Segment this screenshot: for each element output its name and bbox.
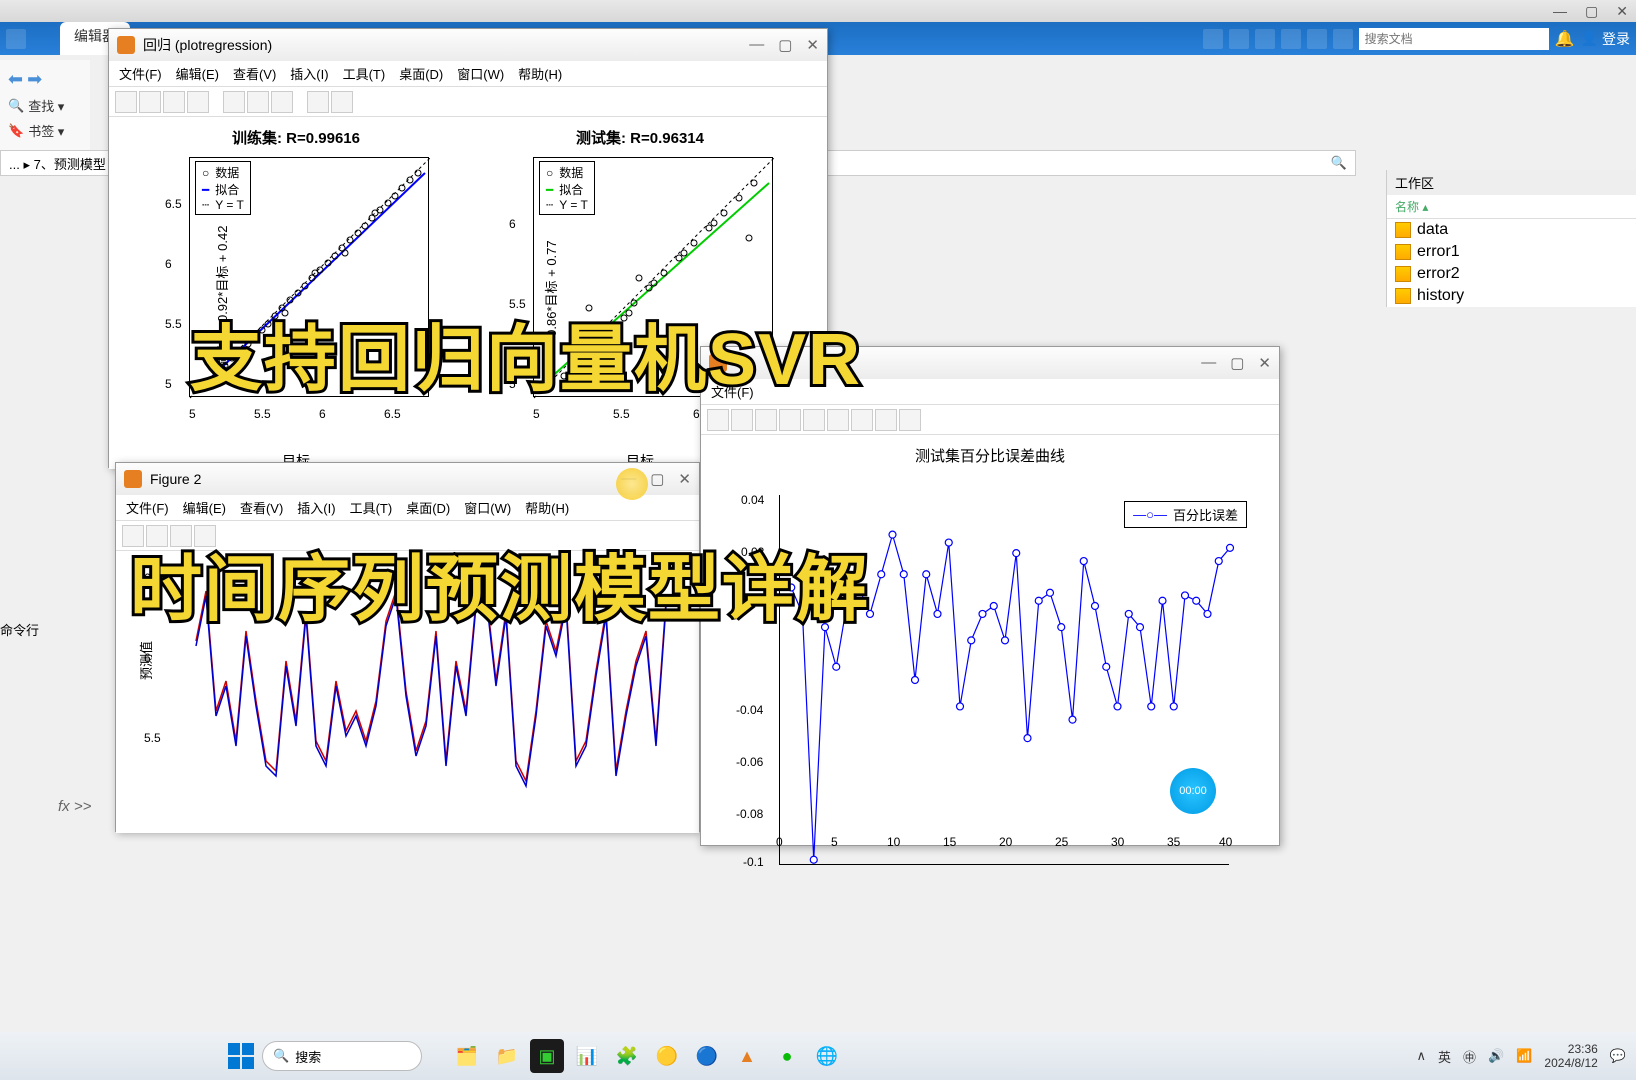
- minimize-icon[interactable]: —: [1553, 3, 1567, 19]
- taskbar-clock[interactable]: 23:36 2024/8/12: [1544, 1042, 1597, 1071]
- close-icon[interactable]: ✕: [1616, 3, 1628, 20]
- var-row[interactable]: history: [1387, 285, 1636, 307]
- start-button[interactable]: [228, 1043, 254, 1069]
- matlab-icon[interactable]: ▲: [730, 1039, 764, 1073]
- maximize-icon[interactable]: ▢: [778, 36, 792, 54]
- command-window-label: 命令行: [0, 620, 115, 639]
- var-icon: [1395, 266, 1411, 282]
- app-icon[interactable]: 🗂️: [450, 1039, 484, 1073]
- copy-icon[interactable]: [1255, 29, 1275, 49]
- var-row[interactable]: error1: [1387, 241, 1636, 263]
- overlay-title-1: 支持回归向量机SVR: [190, 300, 862, 405]
- app-icon[interactable]: 📁: [490, 1039, 524, 1073]
- pointer-icon[interactable]: [307, 91, 329, 113]
- new-icon[interactable]: [115, 91, 137, 113]
- brush-icon[interactable]: [271, 91, 293, 113]
- main-window-titlebar: — ▢ ✕: [0, 0, 1636, 22]
- inspector-icon[interactable]: [331, 91, 353, 113]
- save-icon[interactable]: [163, 91, 185, 113]
- cut-icon[interactable]: [1229, 29, 1249, 49]
- cursor-highlight-icon: [616, 468, 648, 500]
- windows-taskbar: 🔍搜索 🗂️ 📁 ▣ 📊 🧩 🟡 🔵 ▲ ● 🌐 ∧ 英 ㊥ 🔊 📶 23:36…: [0, 1032, 1636, 1080]
- datacursor-icon[interactable]: [223, 91, 245, 113]
- timer-badge: 00:00: [1170, 768, 1216, 814]
- app-icon[interactable]: 🧩: [610, 1039, 644, 1073]
- matlab-fig-icon: [117, 36, 135, 54]
- figure-menubar[interactable]: 文件(F)编辑(E)查看(V)插入(I)工具(T)桌面(D)窗口(W)帮助(H): [109, 61, 827, 87]
- var-icon: [1395, 222, 1411, 238]
- close-icon[interactable]: ✕: [678, 470, 691, 488]
- app-icon[interactable]: ▣: [530, 1039, 564, 1073]
- test-title: 测试集: R=0.96314: [473, 127, 807, 148]
- print-icon[interactable]: [1307, 29, 1327, 49]
- system-tray[interactable]: ∧ 英 ㊥ 🔊 📶 23:36 2024/8/12 💬: [1417, 1042, 1627, 1071]
- figure-title: Figure 2: [150, 471, 201, 487]
- chrome-icon[interactable]: 🟡: [650, 1039, 684, 1073]
- overlay-title-2: 时间序列预测模型详解: [130, 530, 870, 635]
- workspace-col-name[interactable]: 名称 ▴: [1387, 195, 1636, 219]
- bookmark-button[interactable]: 🔖书签 ▾: [6, 118, 84, 143]
- var-row[interactable]: data: [1387, 219, 1636, 241]
- save-icon[interactable]: [1203, 29, 1223, 49]
- workspace-panel: 工作区 名称 ▴ data error1 error2 history: [1386, 170, 1636, 307]
- login-button[interactable]: 👤登录: [1581, 29, 1630, 49]
- paste-icon[interactable]: [1281, 29, 1301, 49]
- back-arrow-icon[interactable]: ⬅: [8, 69, 23, 90]
- toolbar-button[interactable]: [6, 29, 26, 49]
- fx-prompt[interactable]: fx >>: [58, 798, 91, 815]
- train-title: 训练集: R=0.99616: [129, 127, 463, 148]
- close-icon[interactable]: ✕: [1258, 354, 1271, 372]
- print-icon[interactable]: [187, 91, 209, 113]
- edge-icon[interactable]: 🔵: [690, 1039, 724, 1073]
- workspace-title: 工作区: [1387, 170, 1636, 195]
- test-legend: ○数据 ━拟合 ┄Y = T: [539, 161, 595, 215]
- open-icon[interactable]: [139, 91, 161, 113]
- taskbar-search[interactable]: 🔍搜索: [262, 1041, 422, 1071]
- maximize-icon[interactable]: ▢: [1585, 3, 1598, 20]
- maximize-icon[interactable]: ▢: [650, 470, 664, 488]
- wechat-icon[interactable]: ●: [770, 1039, 804, 1073]
- rotate-icon[interactable]: [247, 91, 269, 113]
- search-docs-input[interactable]: [1359, 28, 1549, 50]
- figure-toolbar[interactable]: [109, 87, 827, 117]
- figure-menubar[interactable]: 文件(F)编辑(E)查看(V)插入(I)工具(T)桌面(D)窗口(W)帮助(H): [116, 495, 699, 521]
- error-chart-title: 测试集百分比误差曲线: [721, 445, 1259, 466]
- notification-icon[interactable]: 💬: [1610, 1048, 1626, 1064]
- app-icon[interactable]: 📊: [570, 1039, 604, 1073]
- minimize-icon[interactable]: —: [749, 36, 764, 54]
- matlab-fig-icon: [124, 470, 142, 488]
- edge-icon[interactable]: 🌐: [810, 1039, 844, 1073]
- close-icon[interactable]: ✕: [806, 36, 819, 54]
- help-icon[interactable]: [1333, 29, 1353, 49]
- maximize-icon[interactable]: ▢: [1230, 354, 1244, 372]
- var-icon: [1395, 244, 1411, 260]
- var-row[interactable]: error2: [1387, 263, 1636, 285]
- figure-toolbar[interactable]: [701, 405, 1279, 435]
- var-icon: [1395, 288, 1411, 304]
- find-button[interactable]: 🔍查找 ▾: [6, 93, 84, 118]
- minimize-icon[interactable]: —: [1201, 354, 1216, 372]
- train-plot: 训练集: R=0.99616 ○数据 ━拟合 ┄Y = T 输出 ~= 0.92…: [129, 127, 463, 469]
- forward-arrow-icon[interactable]: ➡: [27, 69, 42, 90]
- figure-2-window: Figure 2 — ▢ ✕ 文件(F)编辑(E)查看(V)插入(I)工具(T)…: [115, 462, 700, 832]
- train-legend: ○数据 ━拟合 ┄Y = T: [195, 161, 251, 215]
- figure-title: 回归 (plotregression): [143, 35, 272, 55]
